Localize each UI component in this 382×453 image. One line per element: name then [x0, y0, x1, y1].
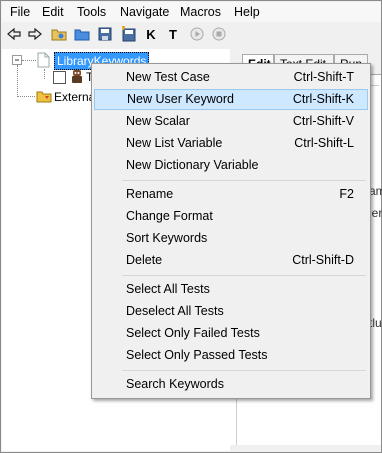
stop-icon[interactable]	[211, 26, 227, 42]
menu-item-label: New Test Case	[126, 70, 210, 84]
menu-item-deselect-all-tests[interactable]: Deselect All Tests	[94, 301, 368, 322]
menu-item-label: Deselect All Tests	[126, 304, 224, 318]
menu-item-change-format[interactable]: Change Format	[94, 206, 368, 227]
app-window: File Edit Tools Navigate Macros Help K T	[0, 0, 382, 453]
menu-item-shortcut: Ctrl-Shift-D	[292, 253, 354, 267]
menu-file[interactable]: File	[10, 5, 30, 19]
menu-help[interactable]: Help	[234, 5, 260, 19]
menu-item-search-keywords[interactable]: Search Keywords	[94, 374, 368, 395]
search-tests-icon[interactable]: T	[165, 26, 181, 42]
menu-item-label: Search Keywords	[126, 377, 224, 391]
collapse-toggle[interactable]	[12, 55, 22, 65]
menu-item-new-list-variable[interactable]: New List Variable Ctrl-Shift-L	[94, 133, 368, 154]
menu-item-new-test-case[interactable]: New Test Case Ctrl-Shift-T	[94, 67, 368, 88]
menu-macros[interactable]: Macros	[180, 5, 221, 19]
menu-item-label: New Scalar	[126, 114, 190, 128]
test-checkbox[interactable]	[53, 71, 66, 84]
tree-connector	[44, 69, 45, 79]
tree-connector	[17, 65, 18, 97]
menu-item-rename[interactable]: Rename F2	[94, 184, 368, 205]
context-menu: New Test Case Ctrl-Shift-T New User Keyw…	[91, 63, 371, 399]
save-all-icon[interactable]	[120, 26, 136, 42]
forward-icon[interactable]	[27, 26, 43, 42]
tree-connector	[17, 96, 35, 97]
menu-item-label: New Dictionary Variable	[126, 158, 259, 172]
menu-item-shortcut: Ctrl-Shift-T	[293, 70, 354, 84]
menu-item-new-user-keyword[interactable]: New User Keyword Ctrl-Shift-K	[94, 89, 368, 110]
menu-tools[interactable]: Tools	[77, 5, 106, 19]
save-icon[interactable]	[97, 26, 113, 42]
menu-item-select-all-tests[interactable]: Select All Tests	[94, 279, 368, 300]
menu-item-new-dictionary-variable[interactable]: New Dictionary Variable	[94, 155, 368, 176]
tree-connector	[22, 60, 36, 61]
menu-item-label: Change Format	[126, 209, 213, 223]
run-icon[interactable]	[189, 26, 205, 42]
menu-item-label: Select Only Failed Tests	[126, 326, 260, 340]
menu-separator	[122, 180, 366, 181]
menu-item-select-only-passed-tests[interactable]: Select Only Passed Tests	[94, 345, 368, 366]
tree-node-external-resources[interactable]: Externa	[54, 90, 95, 104]
menu-edit[interactable]: Edit	[42, 5, 64, 19]
menu-item-label: Select All Tests	[126, 282, 210, 296]
menu-item-select-only-failed-tests[interactable]: Select Only Failed Tests	[94, 323, 368, 344]
open-suite-icon[interactable]	[51, 26, 67, 42]
open-directory-icon[interactable]	[74, 26, 90, 42]
menu-item-delete[interactable]: Delete Ctrl-Shift-D	[94, 250, 368, 271]
folder-icon	[36, 89, 52, 106]
menu-separator	[122, 275, 366, 276]
menu-item-sort-keywords[interactable]: Sort Keywords	[94, 228, 368, 249]
menu-item-shortcut: Ctrl-Shift-K	[292, 92, 354, 106]
back-icon[interactable]	[6, 26, 22, 42]
search-keywords-icon[interactable]: K	[143, 26, 159, 42]
menu-item-label: Sort Keywords	[126, 231, 208, 245]
robot-icon	[70, 69, 84, 88]
menu-item-shortcut: F2	[339, 187, 354, 201]
menu-item-label: Rename	[126, 187, 174, 201]
menu-item-shortcut: Ctrl-Shift-L	[294, 136, 354, 150]
menu-item-label: Select Only Passed Tests	[126, 348, 268, 362]
menu-item-label: New User Keyword	[127, 92, 234, 106]
toolbar: K T	[2, 23, 381, 47]
menubar: File Edit Tools Navigate Macros Help	[2, 2, 381, 22]
menu-navigate[interactable]: Navigate	[120, 5, 169, 19]
menu-item-label: New List Variable	[126, 136, 223, 150]
menu-item-label: Delete	[126, 253, 163, 267]
menu-item-shortcut: Ctrl-Shift-V	[292, 114, 354, 128]
menu-item-new-scalar[interactable]: New Scalar Ctrl-Shift-V	[94, 111, 368, 132]
menu-separator	[122, 370, 366, 371]
